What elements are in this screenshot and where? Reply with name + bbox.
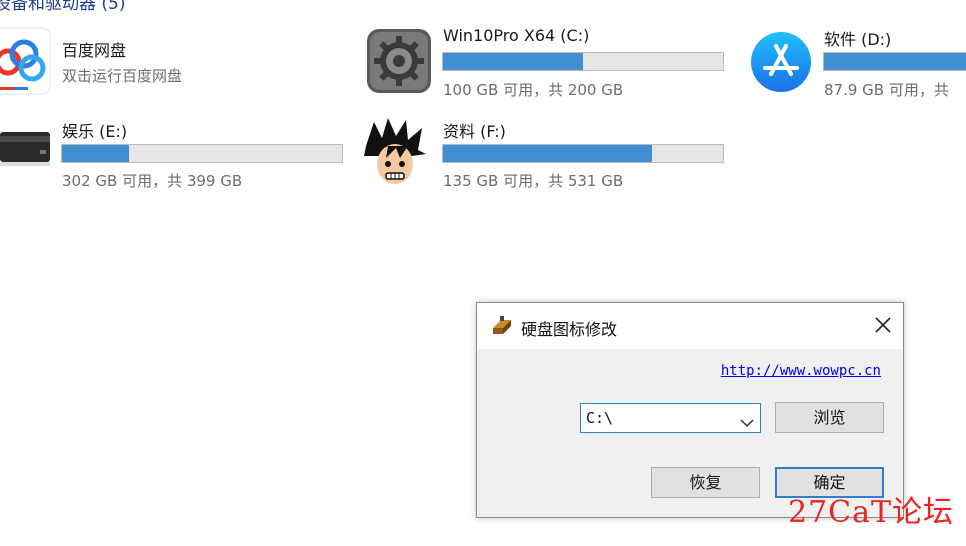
watermark: 27CaT论坛 bbox=[788, 495, 955, 530]
drive-name: 百度网盘 bbox=[62, 41, 127, 60]
drive-name: 娱乐 (E:) bbox=[62, 122, 128, 141]
drive-usage-text: 87.9 GB 可用，共 bbox=[824, 81, 949, 99]
drive-select-value: C:\ bbox=[586, 409, 614, 427]
app-store-icon bbox=[749, 30, 813, 98]
drive-usage-fill bbox=[443, 145, 652, 162]
drive-usage-fill bbox=[62, 145, 130, 162]
drive-usage-bar bbox=[442, 52, 724, 71]
drive-f[interactable]: 资料 (F:) 135 GB 可用，共 531 GB bbox=[360, 110, 730, 200]
baidu-netdisk-icon bbox=[0, 26, 54, 102]
drive-usage-text: 135 GB 可用，共 531 GB bbox=[443, 172, 624, 190]
browse-button[interactable]: 浏览 bbox=[775, 402, 884, 433]
app-icon bbox=[491, 314, 513, 340]
drive-e[interactable]: 娱乐 (E:) 302 GB 可用，共 399 GB bbox=[0, 110, 350, 200]
website-link[interactable]: http://www.wowpc.cn bbox=[721, 363, 881, 379]
drive-name: 资料 (F:) bbox=[443, 122, 506, 141]
dialog-title-bar[interactable]: 硬盘图标修改 bbox=[477, 303, 903, 349]
drive-usage-bar bbox=[61, 144, 343, 163]
restore-button[interactable]: 恢复 bbox=[651, 467, 760, 498]
hard-drive-icon bbox=[0, 126, 54, 180]
goku-icon bbox=[362, 116, 428, 196]
drive-c[interactable]: Win10Pro X64 (C:) 100 GB 可用，共 200 GB bbox=[360, 0, 730, 100]
close-icon[interactable] bbox=[871, 313, 895, 337]
drive-name: Win10Pro X64 (C:) bbox=[443, 26, 590, 45]
drive-usage-fill bbox=[443, 53, 583, 70]
disk-icon-modifier-dialog: 硬盘图标修改 http://www.wowpc.cn C:\ 浏览 恢复 确定 bbox=[476, 302, 904, 518]
drive-usage-text: 100 GB 可用，共 200 GB bbox=[443, 81, 624, 99]
explorer-this-pc-view: 设备和驱动器 (5) 百度网盘 双击运行百度网盘 Win10Pro X64 (C… bbox=[0, 0, 966, 546]
drive-name: 软件 (D:) bbox=[824, 30, 892, 49]
drive-usage-bar bbox=[442, 144, 724, 163]
drive-select[interactable]: C:\ bbox=[580, 403, 761, 433]
drive-subtitle: 双击运行百度网盘 bbox=[62, 67, 183, 85]
drive-usage-bar bbox=[823, 52, 966, 71]
drive-d[interactable]: 软件 (D:) 87.9 GB 可用，共 bbox=[745, 0, 966, 100]
drive-usage-fill bbox=[824, 53, 966, 70]
drive-usage-text: 302 GB 可用，共 399 GB bbox=[62, 172, 243, 190]
chevron-down-icon bbox=[740, 413, 754, 432]
dialog-title: 硬盘图标修改 bbox=[521, 320, 618, 339]
drive-baidu-netdisk[interactable]: 百度网盘 双击运行百度网盘 bbox=[0, 0, 340, 100]
gear-icon bbox=[366, 28, 432, 98]
